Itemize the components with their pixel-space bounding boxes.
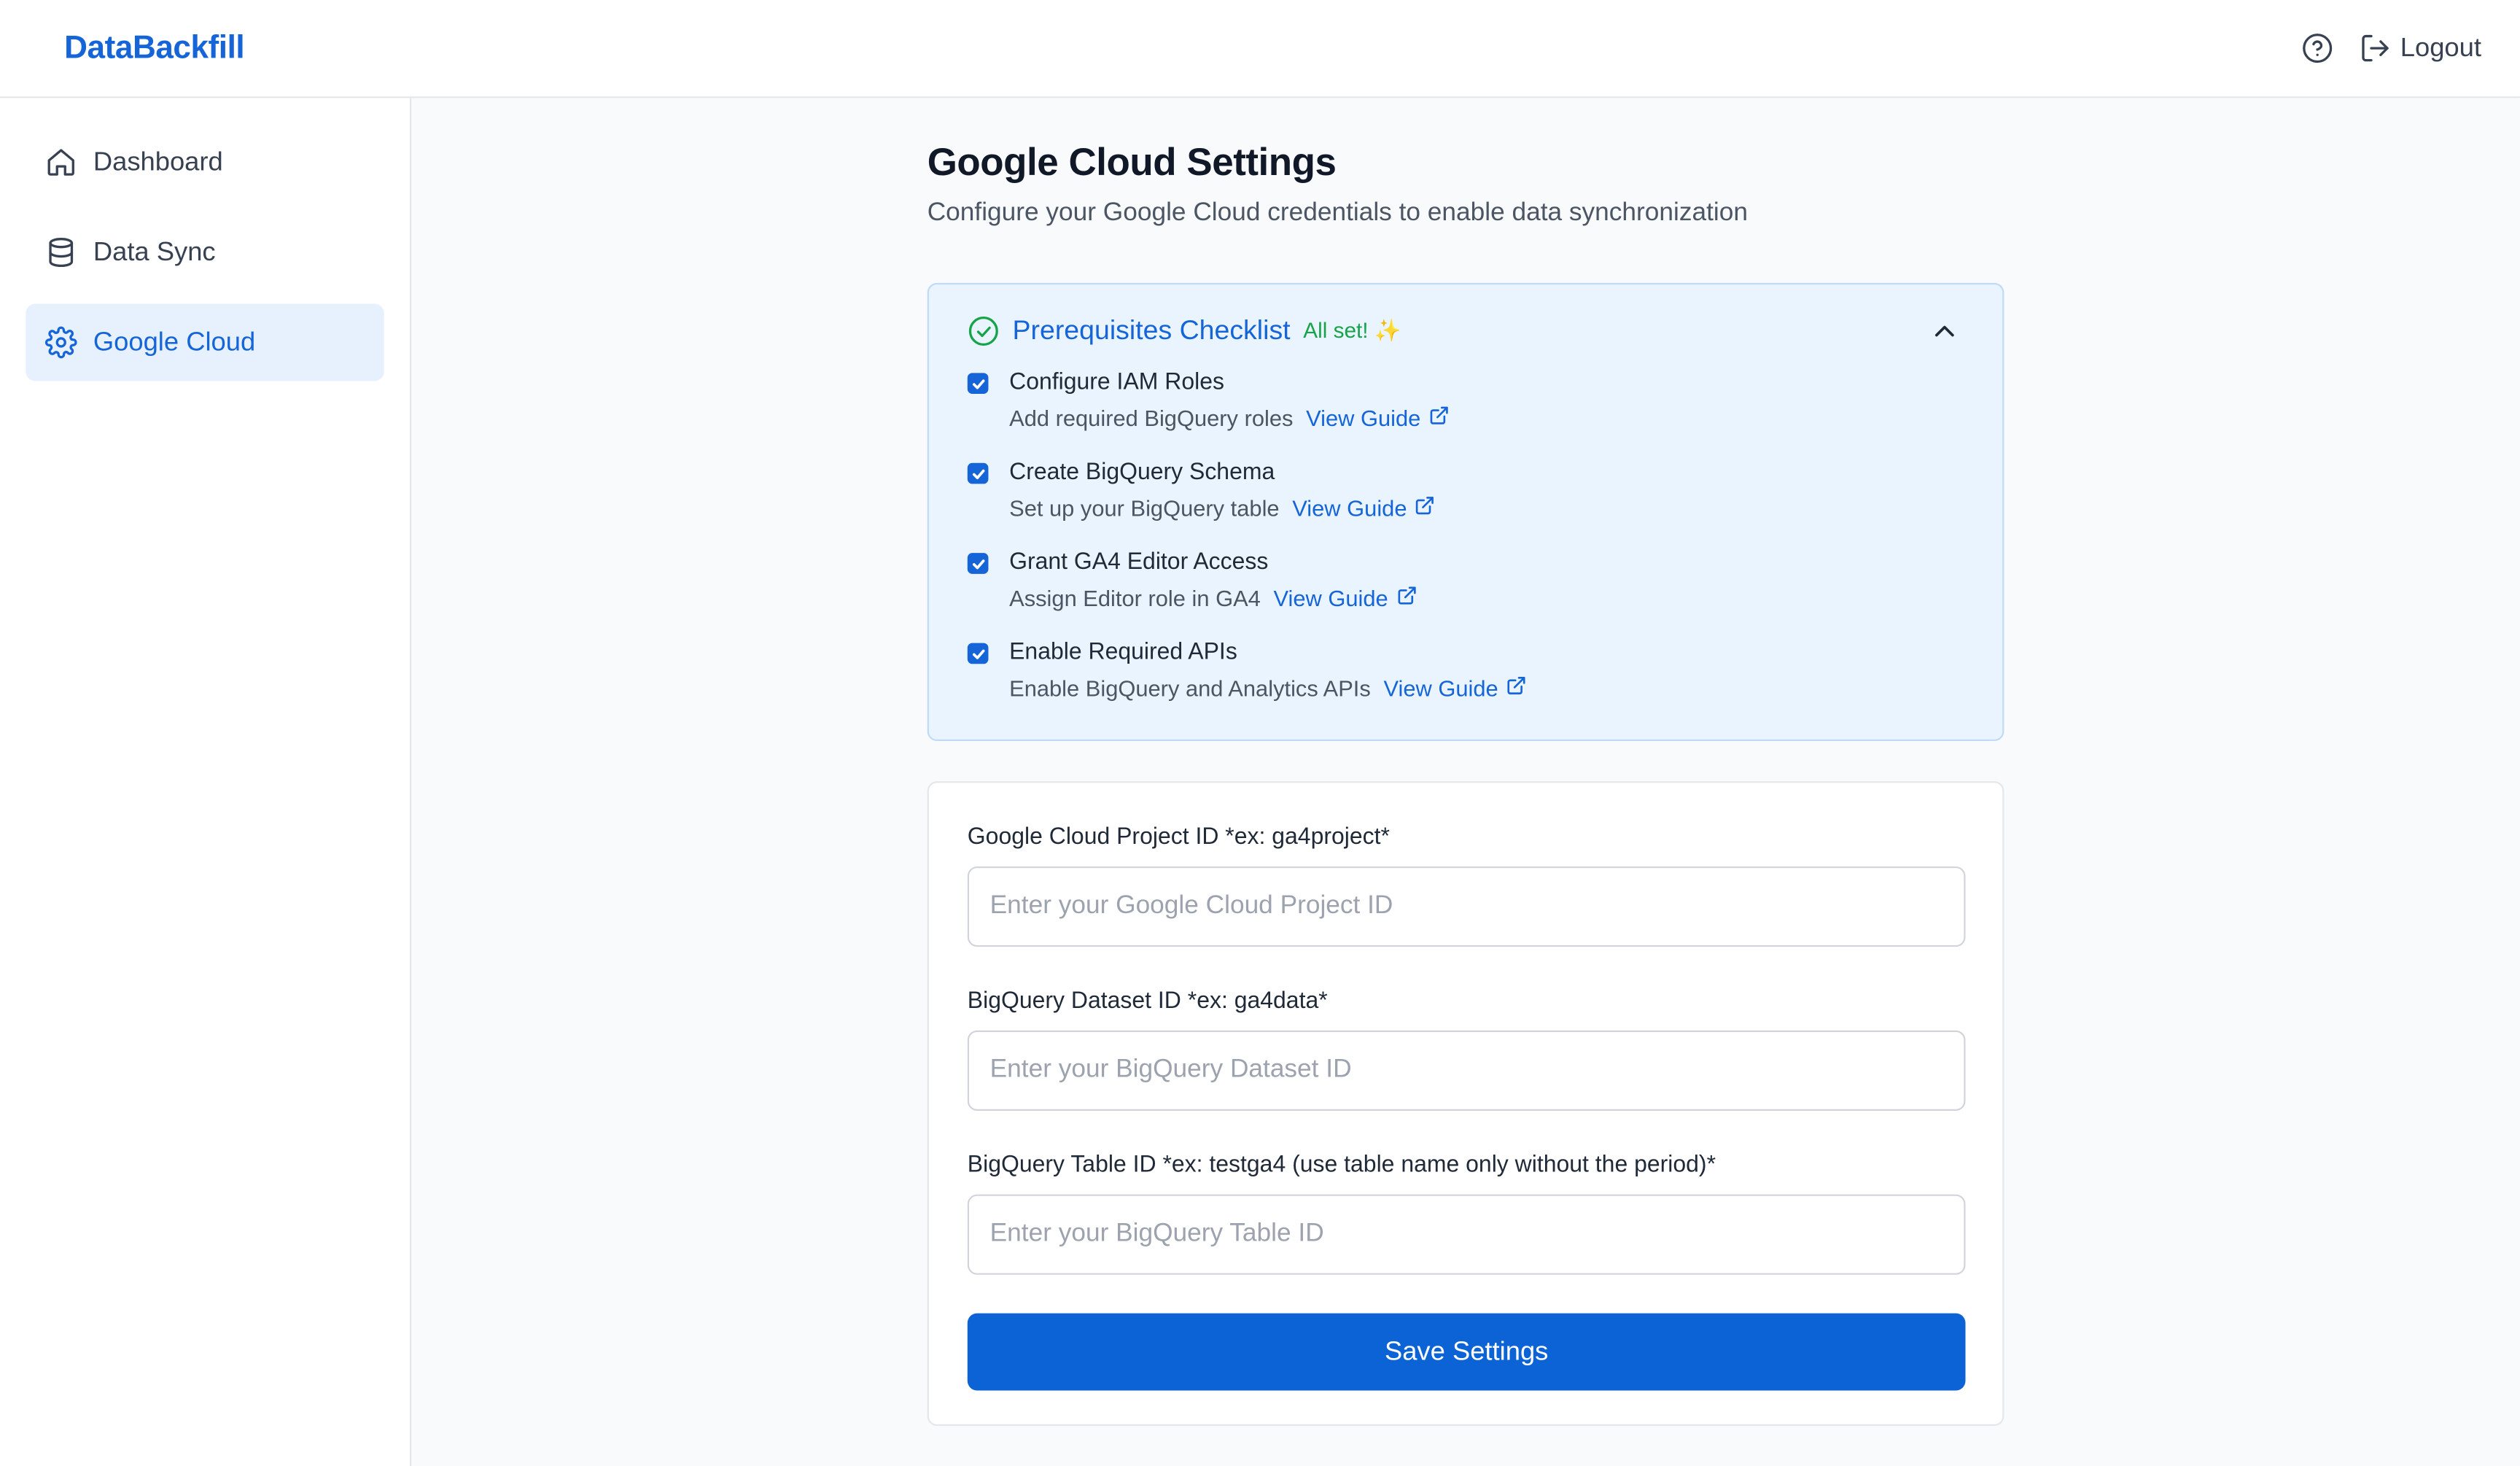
checklist-item-ga4-editor: Grant GA4 Editor Access Assign Editor ro… bbox=[967, 548, 1964, 638]
checklist-item-text: Configure IAM Roles Add required BigQuer… bbox=[1009, 368, 1450, 458]
checklist-item-title: Create BigQuery Schema bbox=[1009, 459, 1275, 486]
view-guide-link[interactable]: View Guide bbox=[1292, 494, 1436, 523]
checkbox[interactable] bbox=[967, 553, 989, 574]
header-actions: Logout bbox=[2301, 32, 2481, 64]
page-subtitle: Configure your Google Cloud credentials … bbox=[927, 199, 1748, 227]
view-guide-link[interactable]: View Guide bbox=[1273, 583, 1417, 613]
checklist-header[interactable]: Prerequisites Checklist All set! ✨ bbox=[968, 314, 1964, 349]
chevron-up-icon[interactable] bbox=[1929, 315, 1961, 347]
view-guide-label: View Guide bbox=[1292, 495, 1407, 521]
gear-icon bbox=[44, 326, 77, 359]
database-icon bbox=[45, 236, 77, 268]
checklist-item-title: Grant GA4 Editor Access bbox=[1009, 549, 1269, 576]
sidebar-item-label: Google Cloud bbox=[93, 327, 256, 357]
checklist-title: Prerequisites Checklist bbox=[1012, 314, 1291, 346]
logout-label: Logout bbox=[2400, 33, 2481, 62]
checklist-item-desc: Enable BigQuery and Analytics APIs bbox=[1009, 675, 1371, 701]
checklist-item-title: Configure IAM Roles bbox=[1009, 369, 1224, 396]
checklist-item-text: Enable Required APIs Enable BigQuery and… bbox=[1009, 638, 1527, 728]
sidebar-item-label: Dashboard bbox=[93, 147, 223, 177]
sidebar-item-data-sync[interactable]: Data Sync bbox=[26, 214, 384, 291]
checklist-item-desc-row: Set up your BigQuery table View Guide bbox=[1009, 494, 1436, 523]
external-link-icon bbox=[1428, 403, 1450, 433]
sidebar-item-dashboard[interactable]: Dashboard bbox=[26, 124, 384, 201]
dataset-id-input[interactable] bbox=[967, 1030, 1966, 1111]
logout-button[interactable]: Logout bbox=[2358, 32, 2481, 64]
view-guide-label: View Guide bbox=[1383, 675, 1498, 701]
check-circle-icon bbox=[968, 315, 1000, 347]
checklist-item-text: Grant GA4 Editor Access Assign Editor ro… bbox=[1009, 548, 1417, 638]
view-guide-link[interactable]: View Guide bbox=[1383, 673, 1527, 702]
checklist-item-text: Create BigQuery Schema Set up your BigQu… bbox=[1009, 458, 1436, 548]
save-settings-button[interactable]: Save Settings bbox=[967, 1313, 1966, 1391]
home-icon bbox=[45, 147, 77, 179]
checklist-item-apis: Enable Required APIs Enable BigQuery and… bbox=[967, 638, 1964, 728]
table-id-field-group: BigQuery Table ID *ex: testga4 (use tabl… bbox=[967, 1152, 1966, 1275]
checklist-item-bigquery-schema: Create BigQuery Schema Set up your BigQu… bbox=[967, 458, 1964, 548]
checklist-item-title: Enable Required APIs bbox=[1009, 640, 1237, 666]
top-header: DataBackfill Logout bbox=[0, 0, 2520, 98]
help-icon[interactable] bbox=[2301, 32, 2333, 64]
checklist-item-desc: Set up your BigQuery table bbox=[1009, 495, 1280, 521]
checklist-status-badge: All set! ✨ bbox=[1303, 318, 1401, 343]
main-content: Google Cloud Settings Configure your Goo… bbox=[411, 98, 2520, 1466]
checkbox[interactable] bbox=[967, 373, 989, 394]
project-id-label: Google Cloud Project ID *ex: ga4project* bbox=[967, 824, 1390, 850]
settings-content: Google Cloud Settings Configure your Goo… bbox=[927, 98, 2004, 1426]
view-guide-label: View Guide bbox=[1306, 405, 1421, 431]
sidebar: Dashboard Data Sync Google Cloud bbox=[0, 98, 412, 1466]
view-guide-label: View Guide bbox=[1273, 585, 1388, 611]
checklist-item-desc-row: Add required BigQuery roles View Guide bbox=[1009, 403, 1450, 433]
prerequisites-checklist: Prerequisites Checklist All set! ✨ Confi… bbox=[927, 282, 2004, 742]
checklist-items: Configure IAM Roles Add required BigQuer… bbox=[967, 368, 1964, 729]
view-guide-link[interactable]: View Guide bbox=[1306, 403, 1450, 433]
external-link-icon bbox=[1396, 583, 1418, 613]
external-link-icon bbox=[1415, 494, 1436, 523]
checklist-item-desc-row: Enable BigQuery and Analytics APIs View … bbox=[1009, 673, 1527, 702]
dataset-id-label: BigQuery Dataset ID *ex: ga4data* bbox=[967, 988, 1328, 1015]
project-id-field-group: Google Cloud Project ID *ex: ga4project* bbox=[967, 824, 1966, 947]
dataset-id-field-group: BigQuery Dataset ID *ex: ga4data* bbox=[967, 988, 1966, 1111]
checkbox[interactable] bbox=[967, 643, 989, 664]
page-title: Google Cloud Settings bbox=[927, 141, 1337, 185]
project-id-input[interactable] bbox=[967, 866, 1966, 947]
sidebar-item-google-cloud[interactable]: Google Cloud bbox=[26, 303, 384, 381]
checklist-item-desc: Add required BigQuery roles bbox=[1009, 405, 1294, 431]
brand-logo[interactable]: DataBackfill bbox=[64, 30, 244, 67]
checkbox[interactable] bbox=[967, 462, 989, 484]
checklist-item-desc-row: Assign Editor role in GA4 View Guide bbox=[1009, 583, 1417, 613]
settings-form: Google Cloud Project ID *ex: ga4project*… bbox=[927, 781, 2004, 1426]
table-id-label: BigQuery Table ID *ex: testga4 (use tabl… bbox=[967, 1152, 1716, 1179]
table-id-input[interactable] bbox=[967, 1194, 1966, 1275]
logout-icon bbox=[2358, 32, 2390, 64]
checklist-item-iam-roles: Configure IAM Roles Add required BigQuer… bbox=[967, 368, 1964, 458]
checklist-item-desc: Assign Editor role in GA4 bbox=[1009, 585, 1261, 611]
external-link-icon bbox=[1506, 673, 1528, 702]
sidebar-item-label: Data Sync bbox=[93, 237, 216, 266]
